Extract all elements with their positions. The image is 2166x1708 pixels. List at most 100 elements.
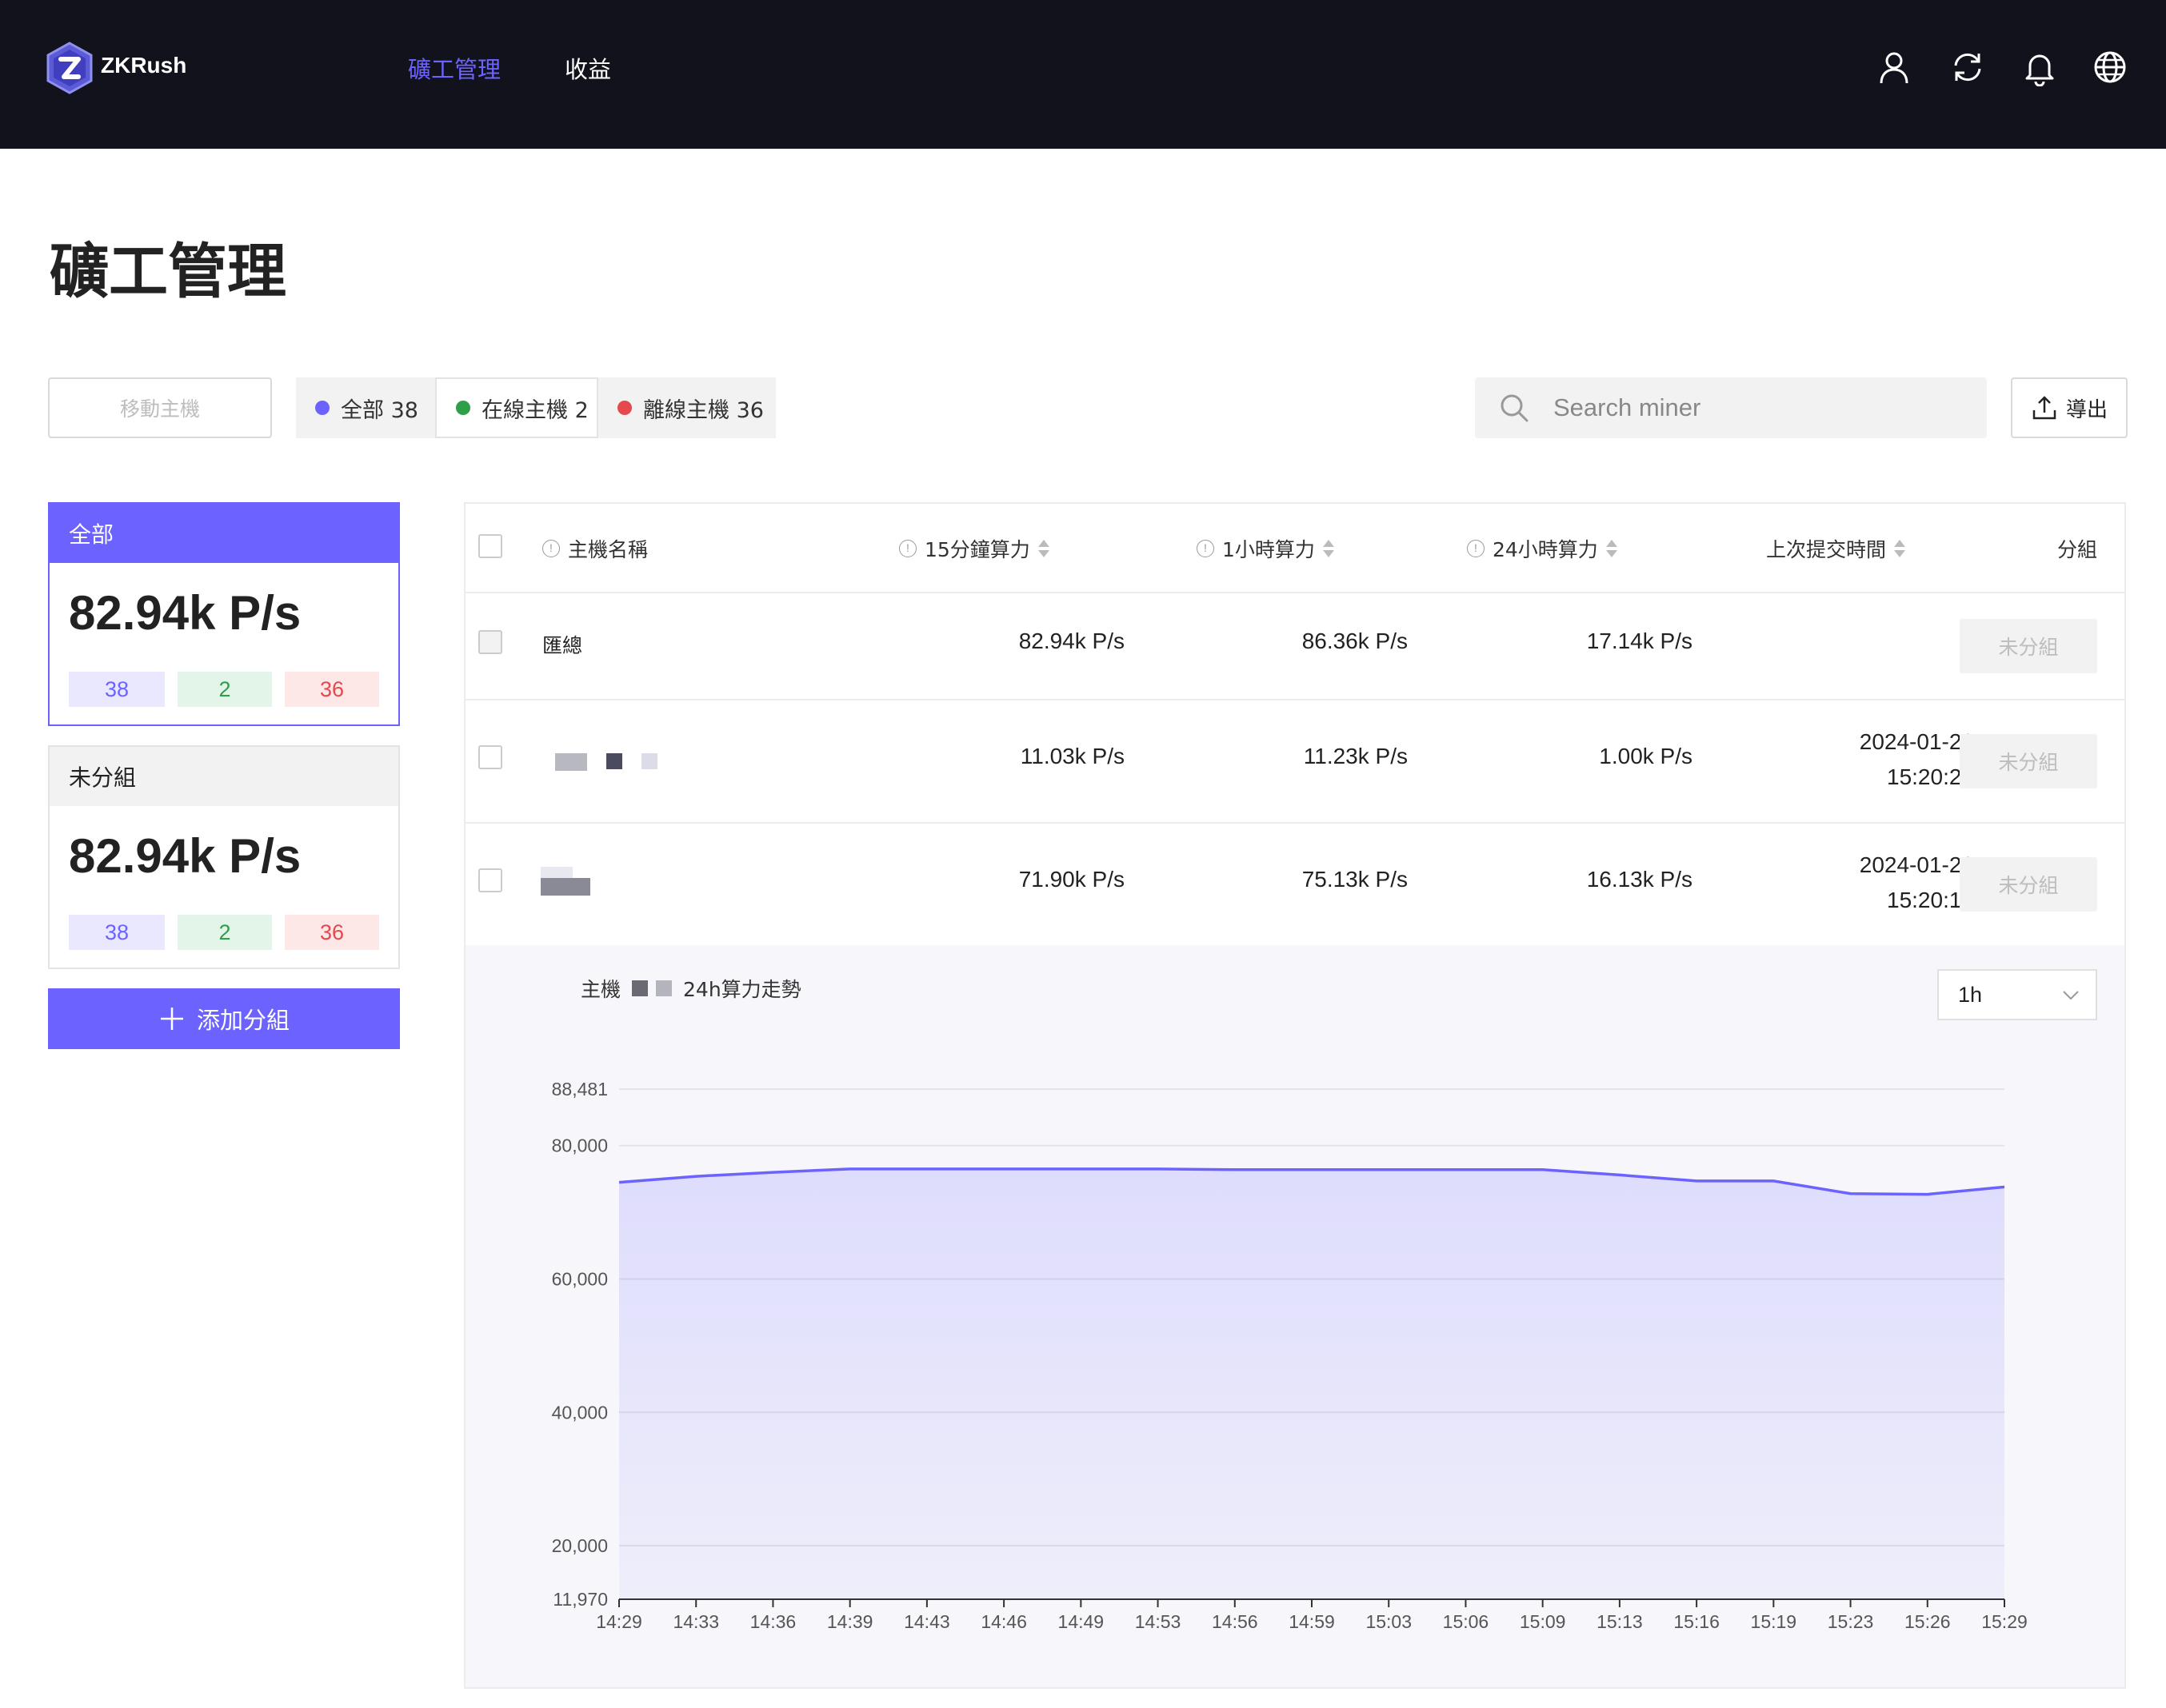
filter-online-label: 在線主機 2 [482, 397, 589, 423]
sort-icon[interactable] [1894, 538, 1906, 559]
globe-icon[interactable] [2091, 48, 2129, 86]
column-header-group: 分組 [2057, 534, 2097, 563]
column-24h-label: 24小時算力 [1493, 538, 1598, 561]
brand-name[interactable]: ZKRush [101, 53, 186, 78]
x-tick-label: 14:49 [1058, 1611, 1105, 1632]
search-box[interactable] [1475, 377, 1987, 438]
zkrush-logo-icon[interactable] [45, 42, 94, 94]
row-checkbox[interactable] [478, 745, 502, 769]
group-total-count: 38 [69, 672, 165, 707]
nav-miner-management[interactable]: 礦工管理 [408, 51, 501, 85]
filter-all-label: 全部 38 [341, 397, 418, 423]
group-online-count: 2 [178, 672, 272, 707]
column-group-label: 分組 [2057, 538, 2098, 561]
x-tick-label: 14:33 [673, 1611, 719, 1632]
plus-icon [160, 1008, 183, 1030]
row-checkbox[interactable] [478, 868, 502, 892]
row-checkbox [478, 630, 502, 654]
row-divider [466, 699, 2124, 700]
row-divider [466, 822, 2124, 824]
select-all-checkbox[interactable] [478, 534, 502, 558]
filter-offline-label: 離線主機 36 [643, 397, 764, 423]
group-hashrate: 82.94k P/s [69, 586, 302, 640]
export-label: 導出 [2065, 397, 2108, 422]
bell-icon[interactable] [2020, 48, 2059, 86]
nav-earnings[interactable]: 收益 [565, 51, 611, 85]
column-header-1h[interactable]: ! 1小時算力 [1197, 534, 1334, 563]
group-card-ungrouped[interactable]: 未分組 82.94k P/s 38 2 36 [48, 745, 400, 969]
last-submit-date: 2024-01-22 [1859, 729, 1974, 754]
refresh-icon[interactable] [1948, 48, 1987, 86]
column-name-label: 主機名稱 [568, 538, 649, 561]
sort-icon[interactable] [1322, 538, 1334, 559]
last-submit-date: 2024-01-22 [1859, 852, 1974, 877]
info-icon: ! [1467, 540, 1485, 557]
column-last-submit-label: 上次提交時間 [1766, 538, 1887, 561]
x-tick-label: 15:26 [1904, 1611, 1951, 1632]
group-offline-count: 36 [285, 915, 379, 950]
hashrate-area-chart: 88,481 80,000 60,000 40,000 20,000 11,97014:2… [552, 1079, 2028, 1632]
miner-table: ! 主機名稱 ! 15分鐘算力 ! 1小時算力 ! 24小時算力 上次提交時間 … [464, 502, 2126, 1689]
x-tick-label: 15:03 [1365, 1611, 1412, 1632]
y-tick-label: 60,000 [552, 1268, 608, 1289]
last-submit-clock: 15:20:17 [1887, 888, 1974, 912]
filter-all[interactable]: 全部 38 [296, 377, 435, 438]
group-card-title: 未分組 [50, 747, 398, 806]
info-icon: ! [1197, 540, 1214, 557]
x-tick-label: 15:29 [1981, 1611, 2028, 1632]
group-total-count: 38 [69, 915, 165, 950]
hashrate-24h: 1.00k P/s [1599, 744, 1692, 768]
hashrate-24h: 16.13k P/s [1586, 867, 1692, 892]
column-header-last-submit[interactable]: 上次提交時間 [1766, 534, 1906, 563]
y-tick-label: 80,000 [552, 1135, 608, 1156]
x-tick-label: 15:13 [1597, 1611, 1643, 1632]
search-icon [1501, 394, 1529, 422]
export-button[interactable]: 導出 [2011, 377, 2128, 438]
area-fill [619, 1168, 2004, 1599]
hashrate-1h: 75.13k P/s [1301, 867, 1408, 892]
group-hashrate: 82.94k P/s [69, 829, 302, 883]
info-icon: ! [899, 540, 917, 557]
filter-online[interactable]: 在線主機 2 [435, 377, 598, 438]
group-assign-button[interactable]: 未分組 [1960, 857, 2097, 912]
group-online-count: 2 [178, 915, 272, 950]
hashrate-15m: 11.03k P/s [1020, 744, 1125, 768]
group-card-all[interactable]: 全部 82.94k P/s 38 2 36 [48, 502, 400, 726]
column-header-15m[interactable]: ! 15分鐘算力 [899, 534, 1049, 563]
x-tick-label: 15:06 [1443, 1611, 1489, 1632]
filter-offline[interactable]: 離線主機 36 [598, 377, 776, 438]
column-15m-label: 15分鐘算力 [925, 538, 1030, 561]
last-submit-time: 2024-01-22 15:20:17 [1745, 848, 1974, 918]
user-icon[interactable] [1875, 48, 1913, 86]
group-offline-count: 36 [285, 672, 379, 707]
x-tick-label: 14:29 [596, 1611, 642, 1632]
online-status-dot [456, 401, 470, 415]
row-divider [466, 592, 2124, 593]
group-assign-button[interactable]: 未分組 [1960, 619, 2097, 673]
add-group-label: 添加分組 [196, 1007, 290, 1034]
group-assign-button[interactable]: 未分組 [1960, 734, 2097, 788]
last-submit-clock: 15:20:29 [1887, 764, 1974, 789]
group-card-title: 全部 [50, 504, 398, 563]
hashrate-chart-panel: 主機 24h算力走勢 1h 88,481 80,000 60,000 40,000 20… [466, 945, 2124, 1687]
sort-icon[interactable] [1037, 538, 1049, 559]
x-tick-label: 14:43 [904, 1611, 950, 1632]
add-group-button[interactable]: 添加分組 [48, 988, 400, 1049]
info-icon: ! [542, 540, 560, 557]
x-tick-label: 14:39 [827, 1611, 873, 1632]
search-input[interactable] [1553, 393, 1953, 422]
all-status-dot [315, 401, 330, 415]
hashrate-1h: 86.36k P/s [1301, 629, 1408, 653]
y-tick-label: 40,000 [552, 1402, 608, 1423]
upload-icon [2032, 396, 2056, 420]
miner-name: 匯總 [542, 635, 583, 657]
x-tick-label: 15:19 [1751, 1611, 1797, 1632]
move-miner-button[interactable]: 移動主機 [48, 377, 272, 438]
y-tick-label: 88,481 [552, 1079, 608, 1099]
offline-status-dot [617, 401, 632, 415]
x-tick-label: 14:46 [981, 1611, 1027, 1632]
x-tick-label: 14:59 [1289, 1611, 1335, 1632]
x-tick-label: 15:16 [1673, 1611, 1720, 1632]
sort-icon[interactable] [1605, 538, 1617, 559]
column-header-24h[interactable]: ! 24小時算力 [1467, 534, 1617, 563]
